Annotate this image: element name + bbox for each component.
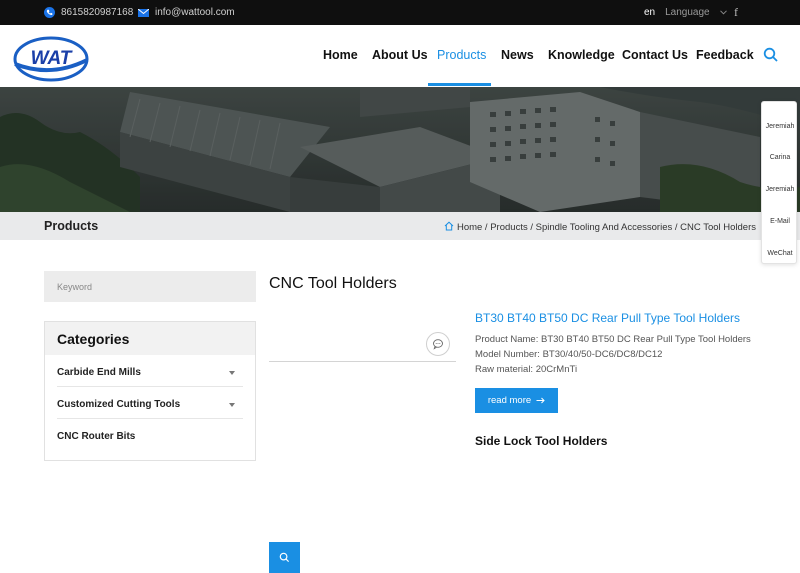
- chat-icon[interactable]: [426, 332, 450, 356]
- active-nav-indicator: [428, 83, 491, 86]
- product-name-line: Product Name: BT30 BT40 BT50 DC Rear Pul…: [475, 334, 751, 345]
- product-details: Product Name: BT30 BT40 BT50 DC Rear Pul…: [475, 332, 751, 377]
- nav-knowledge[interactable]: Knowledge: [548, 48, 615, 62]
- product-title[interactable]: Side Lock Tool Holders: [475, 434, 607, 448]
- categories-panel: Categories Carbide End Mills Customized …: [44, 321, 256, 461]
- breadcrumb-trail[interactable]: Home / Products / Spindle Tooling And Ac…: [457, 222, 756, 233]
- nav-about-us[interactable]: About Us: [372, 48, 428, 62]
- chevron-down-icon[interactable]: [229, 371, 235, 375]
- nav-contact-us[interactable]: Contact Us: [622, 48, 688, 62]
- language-label[interactable]: Language: [665, 7, 710, 18]
- float-contact-jeremiah-2[interactable]: Jeremiah: [762, 186, 798, 193]
- read-more-label[interactable]: read more: [488, 395, 531, 406]
- float-contact-jeremiah[interactable]: Jeremiah: [762, 123, 798, 130]
- chevron-down-icon: [719, 7, 727, 18]
- site-header: WAT Home About Us Products News Knowledg…: [0, 25, 800, 87]
- site-logo[interactable]: WAT: [12, 34, 90, 84]
- factory-aerial-image: [0, 87, 800, 212]
- float-contact-carina[interactable]: Carina: [762, 154, 798, 161]
- phone-icon: [44, 7, 55, 18]
- nav-news[interactable]: News: [501, 48, 534, 62]
- read-more-button[interactable]: read more: [475, 388, 558, 413]
- hero-banner: [0, 87, 800, 212]
- model-number-line: Model Number: BT30/40/50-DC6/DC8/DC12: [475, 349, 663, 360]
- email-address[interactable]: info@wattool.com: [155, 7, 235, 18]
- category-item[interactable]: Customized Cutting Tools: [57, 387, 243, 419]
- float-contact-email[interactable]: E-Mail: [762, 218, 798, 225]
- nav-products[interactable]: Products: [437, 48, 486, 62]
- phone-contact[interactable]: 8615820987168: [44, 7, 133, 18]
- mail-icon: [138, 8, 149, 17]
- email-contact[interactable]: info@wattool.com: [138, 7, 235, 18]
- search-icon[interactable]: [763, 47, 779, 63]
- logo-text: WAT: [31, 48, 73, 69]
- language-selector[interactable]: en Language: [644, 7, 727, 18]
- product-title-link[interactable]: BT30 BT40 BT50 DC Rear Pull Type Tool Ho…: [475, 311, 740, 325]
- section-title: CNC Tool Holders: [269, 275, 397, 292]
- top-bar: 8615820987168 info@wattool.com en Langua…: [0, 0, 800, 25]
- breadcrumb-bar: Products Home / Products / Spindle Tooli…: [0, 212, 800, 240]
- nav-feedback[interactable]: Feedback: [696, 48, 754, 62]
- category-item[interactable]: CNC Router Bits: [57, 419, 243, 451]
- category-label[interactable]: Customized Cutting Tools: [57, 399, 180, 410]
- facebook-icon[interactable]: f: [734, 5, 738, 20]
- home-icon[interactable]: [444, 221, 454, 234]
- categories-title: Categories: [45, 322, 255, 355]
- category-label[interactable]: Carbide End Mills: [57, 367, 141, 378]
- chevron-down-icon[interactable]: [229, 403, 235, 407]
- search-button[interactable]: [269, 542, 300, 573]
- arrow-right-icon: [536, 397, 545, 404]
- nav-home[interactable]: Home: [323, 48, 358, 62]
- language-code[interactable]: en: [644, 7, 655, 18]
- search-icon: [279, 552, 290, 563]
- float-contact-wechat[interactable]: WeChat: [762, 250, 798, 257]
- page-title: Products: [44, 219, 99, 233]
- phone-number[interactable]: 8615820987168: [61, 7, 133, 18]
- raw-material-line: Raw material: 20CrMnTi: [475, 364, 578, 375]
- category-label[interactable]: CNC Router Bits: [57, 431, 135, 442]
- floating-contact-bar: Jeremiah Carina Jeremiah E-Mail WeChat: [761, 101, 797, 264]
- breadcrumb: Home / Products / Spindle Tooling And Ac…: [444, 221, 756, 234]
- category-item[interactable]: Carbide End Mills: [57, 355, 243, 387]
- search-input[interactable]: [44, 271, 225, 302]
- product-search: [44, 271, 300, 573]
